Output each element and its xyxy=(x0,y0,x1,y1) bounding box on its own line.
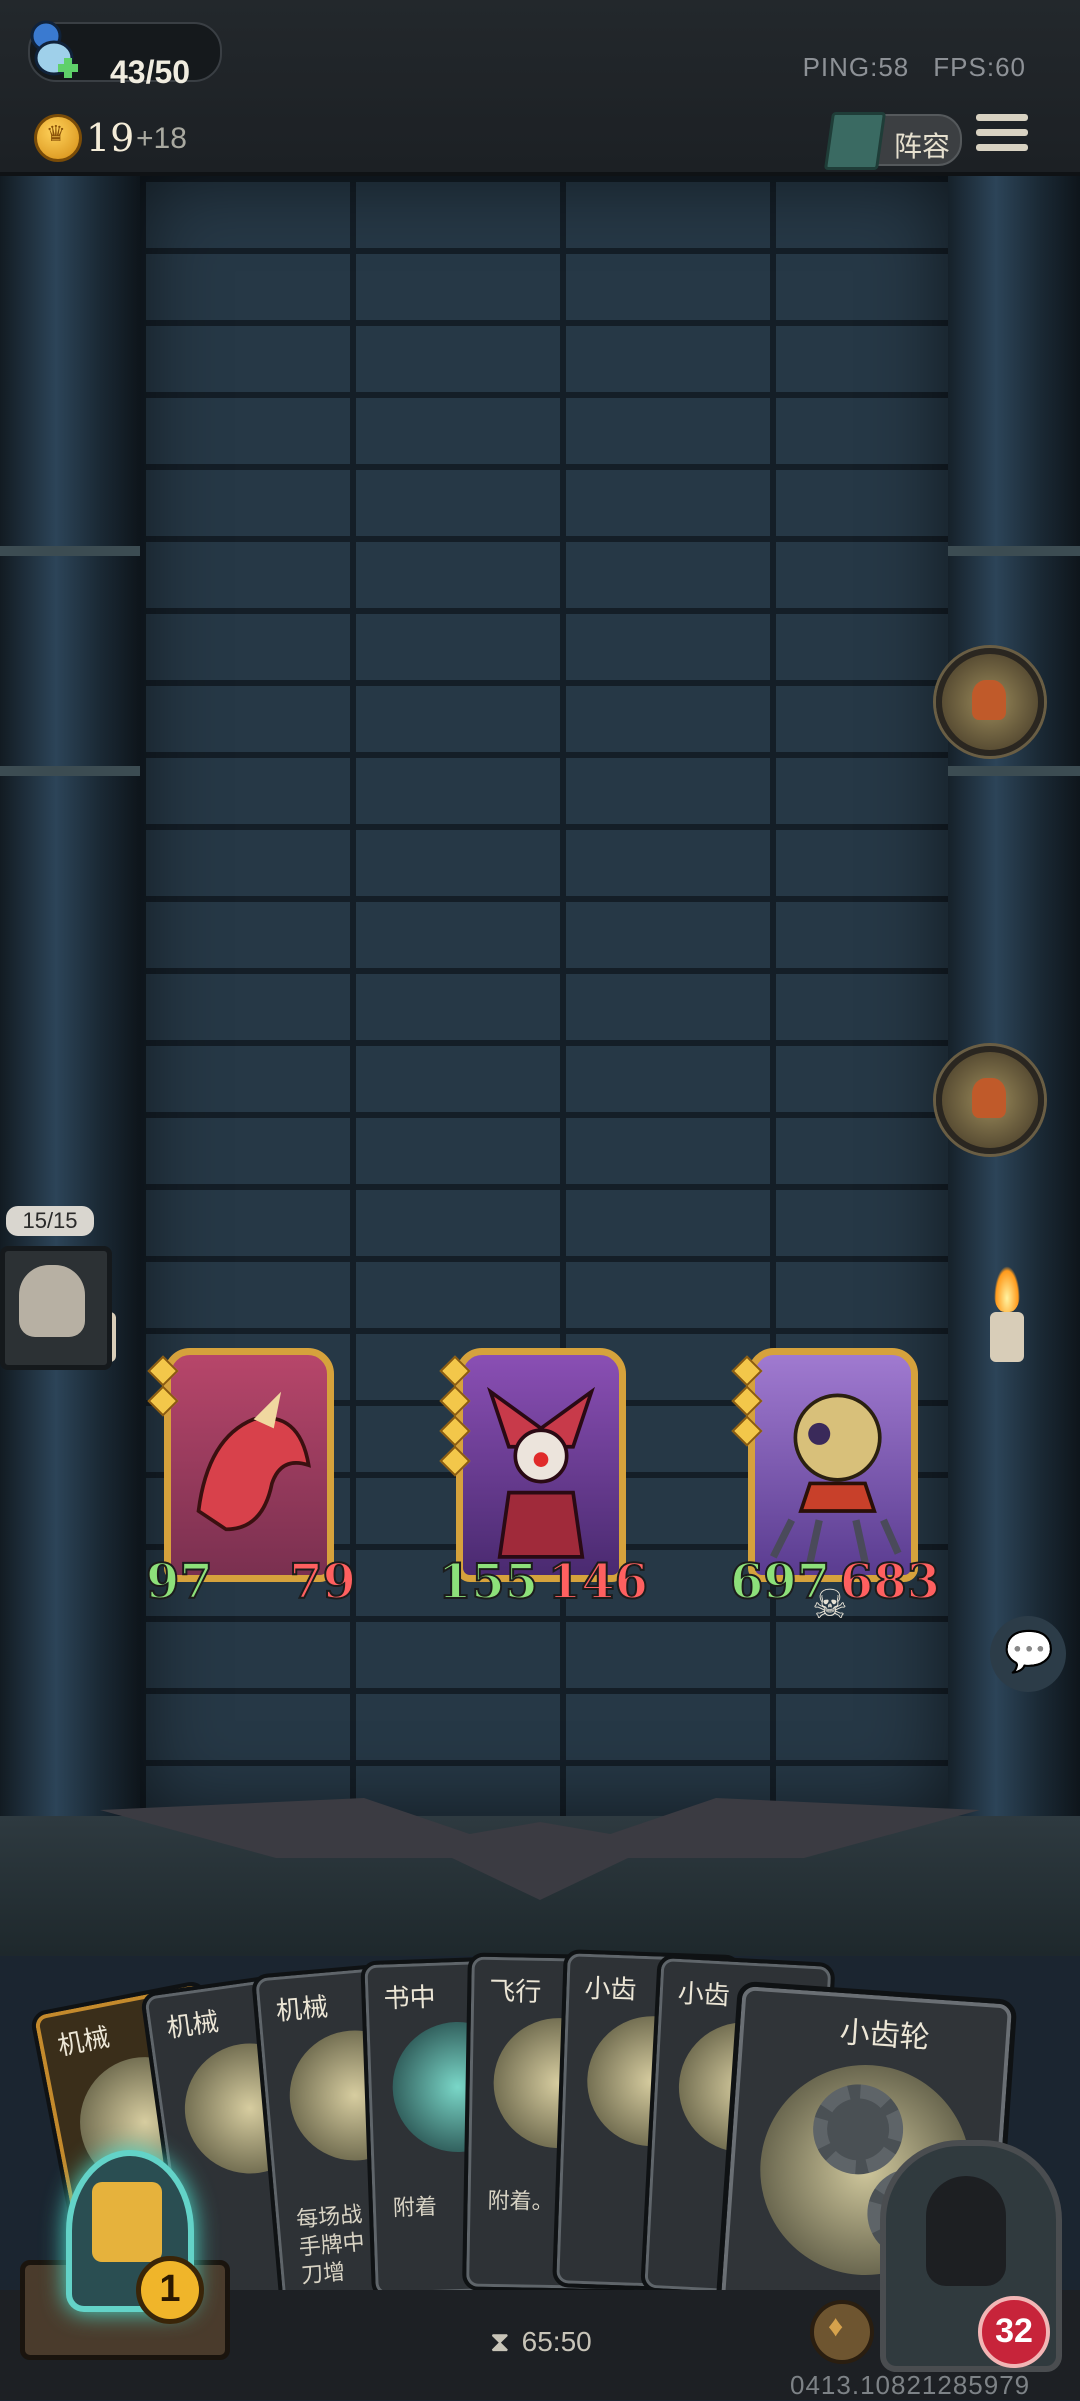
hourglass-icon: ⧗ xyxy=(490,2326,510,2357)
opponent-token[interactable] xyxy=(936,1046,1044,1154)
minion-attack: 155 xyxy=(437,1553,539,1611)
gold-value: 19 xyxy=(86,116,135,160)
refresh-shop-button[interactable]: 1 xyxy=(20,2150,230,2360)
mana-potion-icon xyxy=(30,20,78,78)
minion-health: 79 xyxy=(288,1553,357,1611)
card-name: 飞行 xyxy=(488,1975,542,2007)
card-name: 小齿 xyxy=(677,1977,731,2011)
chat-icon[interactable] xyxy=(990,1616,1066,1692)
turn-timer: ⧗ 65:50 xyxy=(490,2326,592,2359)
bell-icon[interactable] xyxy=(810,2300,874,2364)
card-name: 小齿 xyxy=(583,1972,638,2005)
clockwork-robot-icon xyxy=(770,1393,902,1564)
minion-card[interactable]: 697 683 ☠ xyxy=(729,1348,941,1627)
torch-icon xyxy=(986,1266,1026,1386)
book-icon xyxy=(823,112,887,170)
card-name: 机械 xyxy=(55,2021,112,2062)
lineup-label: 阵容 xyxy=(894,131,951,162)
jester-icon xyxy=(486,1386,596,1559)
opponent-token[interactable] xyxy=(936,648,1044,756)
gold-counter: 19 +18 xyxy=(30,108,200,164)
minion-card[interactable]: 97 79 xyxy=(145,1348,357,1611)
coin-icon xyxy=(34,114,82,162)
mana-value: 43/50 xyxy=(110,54,191,90)
minion-card[interactable]: 155 146 xyxy=(437,1348,649,1611)
fps-readout: FPS:60 xyxy=(933,52,1026,82)
minion-health: 146 xyxy=(547,1553,649,1611)
card-name: 机械 xyxy=(164,2006,221,2044)
lineup-button[interactable]: 阵容 xyxy=(823,112,962,170)
card-name: 小齿轮 xyxy=(838,2015,931,2056)
game-board: 15/15 97 79 155 146 697 683 ☠ 💬 xyxy=(0,176,1080,1956)
menu-icon[interactable] xyxy=(976,114,1028,162)
game-seed: 0413.10821285979 xyxy=(790,2370,1031,2400)
hero-count: 15/15 xyxy=(6,1206,94,1236)
hero-portrait xyxy=(0,1246,112,1370)
left-pillar xyxy=(0,176,140,1816)
player-health: 32 xyxy=(978,2296,1050,2368)
dragon-icon xyxy=(196,1391,311,1532)
card-name: 机械 xyxy=(274,1991,330,2026)
skull-icon: ☠ xyxy=(812,1583,848,1627)
right-pillar xyxy=(940,176,1080,1816)
refresh-cost: 1 xyxy=(136,2256,204,2324)
minion-attack: 97 xyxy=(145,1553,214,1611)
card-name: 书中 xyxy=(383,1981,437,2014)
network-stats: PING:58 FPS:60 xyxy=(779,52,1026,83)
gold-income: +18 xyxy=(136,122,187,155)
timer-value: 65:50 xyxy=(521,2326,592,2357)
minion-health: 683 xyxy=(839,1553,941,1611)
ping-readout: PING:58 xyxy=(802,52,910,82)
top-bar: 43/50 19 +18 PING:58 FPS:60 阵容 xyxy=(0,0,1080,176)
hero-slot[interactable]: 15/15 xyxy=(0,1206,112,1370)
